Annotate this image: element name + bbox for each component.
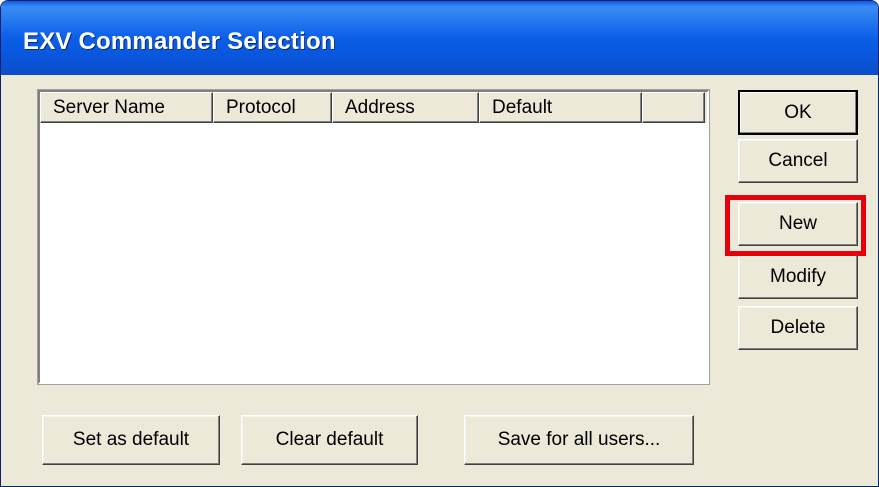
window-title: EXV Commander Selection <box>23 28 336 55</box>
column-header-address[interactable]: Address <box>332 92 479 123</box>
cancel-button[interactable]: Cancel <box>738 139 858 183</box>
column-header-extra[interactable] <box>642 92 705 123</box>
title-bar[interactable]: EXV Commander Selection <box>1 1 878 75</box>
ok-button[interactable]: OK <box>738 90 858 135</box>
dialog-client-area: Server Name Protocol Address Default OK … <box>6 75 873 486</box>
set-as-default-button[interactable]: Set as default <box>42 415 220 465</box>
column-header-server-name[interactable]: Server Name <box>40 92 213 123</box>
server-list-header: Server Name Protocol Address Default <box>40 92 707 123</box>
delete-button[interactable]: Delete <box>738 306 858 350</box>
column-header-default[interactable]: Default <box>479 92 642 123</box>
dialog-window: EXV Commander Selection Server Name Prot… <box>0 0 879 487</box>
modify-button[interactable]: Modify <box>738 255 858 299</box>
server-list-body[interactable] <box>40 123 707 382</box>
new-button-highlight <box>725 195 866 256</box>
save-for-all-users-button[interactable]: Save for all users... <box>464 415 694 465</box>
clear-default-button[interactable]: Clear default <box>241 415 418 465</box>
server-list[interactable]: Server Name Protocol Address Default <box>37 89 710 385</box>
column-header-protocol[interactable]: Protocol <box>213 92 332 123</box>
